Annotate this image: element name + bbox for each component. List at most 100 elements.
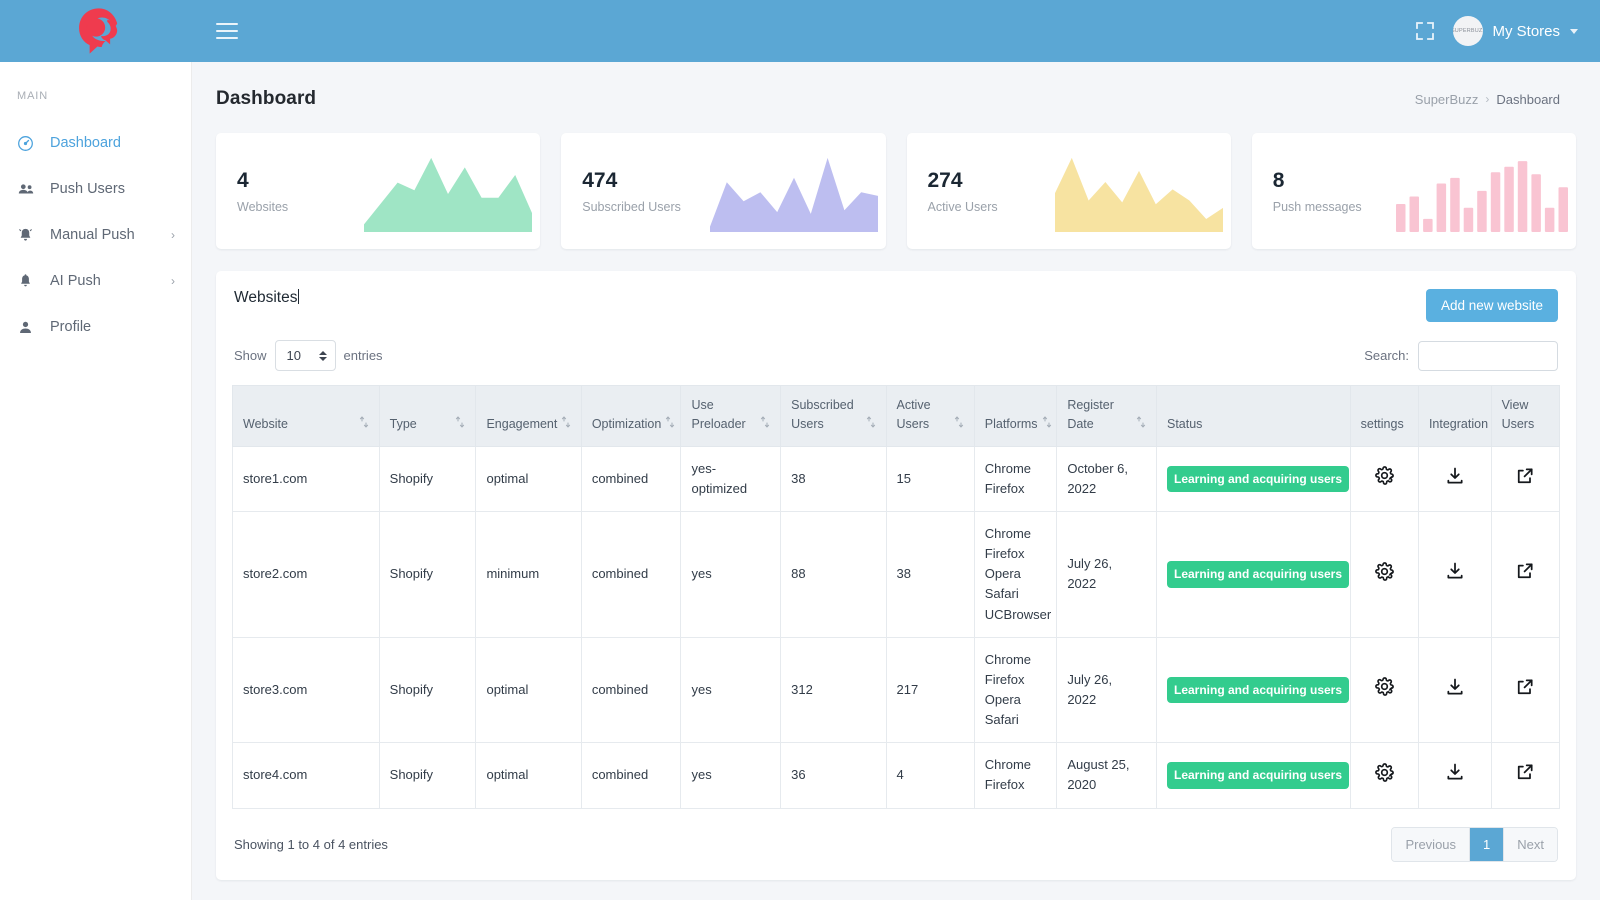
sort-icon [455, 416, 465, 428]
column-header-register-date[interactable]: Register Date [1057, 386, 1157, 447]
column-header-engagement[interactable]: Engagement [476, 386, 581, 447]
column-header-label: Type [390, 415, 452, 434]
cell-preloader: yes [681, 512, 781, 638]
sort-icon[interactable] [760, 415, 770, 434]
column-header-website[interactable]: Website [233, 386, 380, 447]
pagination-next-button[interactable]: Next [1504, 828, 1557, 861]
stat-card-sparkline [364, 152, 532, 237]
sort-icon[interactable] [954, 415, 964, 434]
breadcrumb-root[interactable]: SuperBuzz [1415, 92, 1479, 107]
column-header-label: Optimization [592, 415, 661, 434]
external-link-icon[interactable] [1515, 762, 1535, 782]
external-link-icon[interactable] [1515, 561, 1535, 581]
page-title: Dashboard [216, 88, 316, 110]
hamburger-menu-button[interactable] [216, 16, 246, 46]
cell-type: Shopify [379, 743, 476, 808]
cell-website: store1.com [233, 446, 380, 511]
sidebar-item-profile[interactable]: Profile [0, 304, 191, 350]
sort-icon [665, 416, 675, 428]
app-root: SUPERBUZZ My Stores MAIN DashboardPush U… [0, 0, 1600, 900]
cell-settings [1350, 743, 1418, 808]
sort-icon[interactable] [866, 415, 876, 434]
hamburger-line [216, 37, 238, 39]
show-entries-control: Show 102550100 entries [234, 340, 383, 371]
sort-icon[interactable] [359, 415, 369, 434]
column-header-subscribed-users[interactable]: Subscribed Users [781, 386, 886, 447]
sort-icon[interactable] [665, 415, 675, 434]
fullscreen-icon[interactable] [1415, 21, 1435, 41]
stat-card-sparkline [1396, 154, 1568, 237]
gear-icon[interactable] [1374, 762, 1395, 783]
stat-card-label: Push messages [1273, 200, 1362, 214]
sort-icon[interactable] [1136, 415, 1146, 434]
cell-register-date: August 25, 2020 [1057, 743, 1157, 808]
cell-engagement: optimal [476, 637, 581, 743]
table-header-row: Website Type Engagement Optimization Use Pre… [233, 386, 1560, 447]
sort-icon[interactable] [455, 415, 465, 434]
sort-icon [359, 416, 369, 428]
cell-view-users [1491, 446, 1559, 511]
column-header-type[interactable]: Type [379, 386, 476, 447]
column-header-label: Use Preloader [691, 396, 756, 435]
cell-engagement: minimum [476, 512, 581, 638]
external-link-icon[interactable] [1515, 677, 1535, 697]
column-header-platforms[interactable]: Platforms [974, 386, 1057, 447]
hamburger-line [216, 23, 238, 25]
cell-website: store2.com [233, 512, 380, 638]
column-header-settings: settings [1350, 386, 1418, 447]
stat-card-label: Active Users [928, 200, 998, 214]
cell-settings [1350, 637, 1418, 743]
cell-subscribed-users: 36 [781, 743, 886, 808]
cell-platforms: Chrome Firefox Opera Safari UCBrowser [974, 512, 1057, 638]
cell-settings [1350, 512, 1418, 638]
cell-active-users: 38 [886, 512, 974, 638]
cell-optimization: combined [581, 637, 681, 743]
download-icon[interactable] [1445, 561, 1465, 581]
cell-status: Learning and acquiring users [1156, 446, 1350, 511]
download-icon[interactable] [1445, 677, 1465, 697]
add-new-website-button[interactable]: Add new website [1426, 289, 1558, 322]
stat-card-value: 8 [1273, 168, 1362, 193]
cell-platforms: Chrome Firefox [974, 743, 1057, 808]
cell-status: Learning and acquiring users [1156, 637, 1350, 743]
download-icon[interactable] [1445, 466, 1465, 486]
gear-icon[interactable] [1374, 465, 1395, 486]
cell-engagement: optimal [476, 743, 581, 808]
sidebar-item-ai-push[interactable]: AI Push› [0, 258, 191, 304]
stat-card-sparkline [1055, 152, 1223, 237]
download-icon[interactable] [1445, 762, 1465, 782]
external-link-icon[interactable] [1515, 466, 1535, 486]
column-header-integration: Integration [1418, 386, 1491, 447]
column-header-label: Platforms [985, 415, 1038, 434]
sidebar-item-dashboard[interactable]: Dashboard [0, 120, 191, 166]
user-menu[interactable]: SUPERBUZZ My Stores [1453, 16, 1578, 46]
pagination-previous-button[interactable]: Previous [1392, 828, 1470, 861]
sort-icon[interactable] [561, 415, 571, 434]
gear-icon[interactable] [1374, 561, 1395, 582]
stat-card-push-messages: 8 Push messages [1252, 133, 1576, 249]
sort-icon [866, 416, 876, 428]
sort-icon[interactable] [1042, 415, 1052, 434]
column-header-active-users[interactable]: Active Users [886, 386, 974, 447]
stat-card-value: 274 [928, 168, 998, 193]
superbuzz-logo-icon [73, 7, 119, 55]
cell-preloader: yes [681, 743, 781, 808]
gear-icon[interactable] [1374, 676, 1395, 697]
cell-active-users: 4 [886, 743, 974, 808]
sidebar-item-push-users[interactable]: Push Users [0, 166, 191, 212]
entries-select-wrap: 102550100 [275, 340, 336, 371]
breadcrumb: SuperBuzz › Dashboard [1415, 92, 1560, 107]
cell-engagement: optimal [476, 446, 581, 511]
cell-integration [1418, 446, 1491, 511]
table-row: store2.comShopifyminimumcombinedyes8838C… [233, 512, 1560, 638]
stat-card-text: 8 Push messages [1252, 168, 1362, 214]
entries-per-page-select[interactable]: 102550100 [275, 340, 336, 371]
column-header-optimization[interactable]: Optimization [581, 386, 681, 447]
search-input[interactable] [1418, 341, 1558, 371]
cell-optimization: combined [581, 446, 681, 511]
pagination-page-1[interactable]: 1 [1470, 828, 1504, 861]
sidebar-item-manual-push[interactable]: Manual Push› [0, 212, 191, 258]
stat-card-label: Websites [237, 200, 288, 214]
column-header-use-preloader[interactable]: Use Preloader [681, 386, 781, 447]
logo-link[interactable] [0, 0, 192, 62]
